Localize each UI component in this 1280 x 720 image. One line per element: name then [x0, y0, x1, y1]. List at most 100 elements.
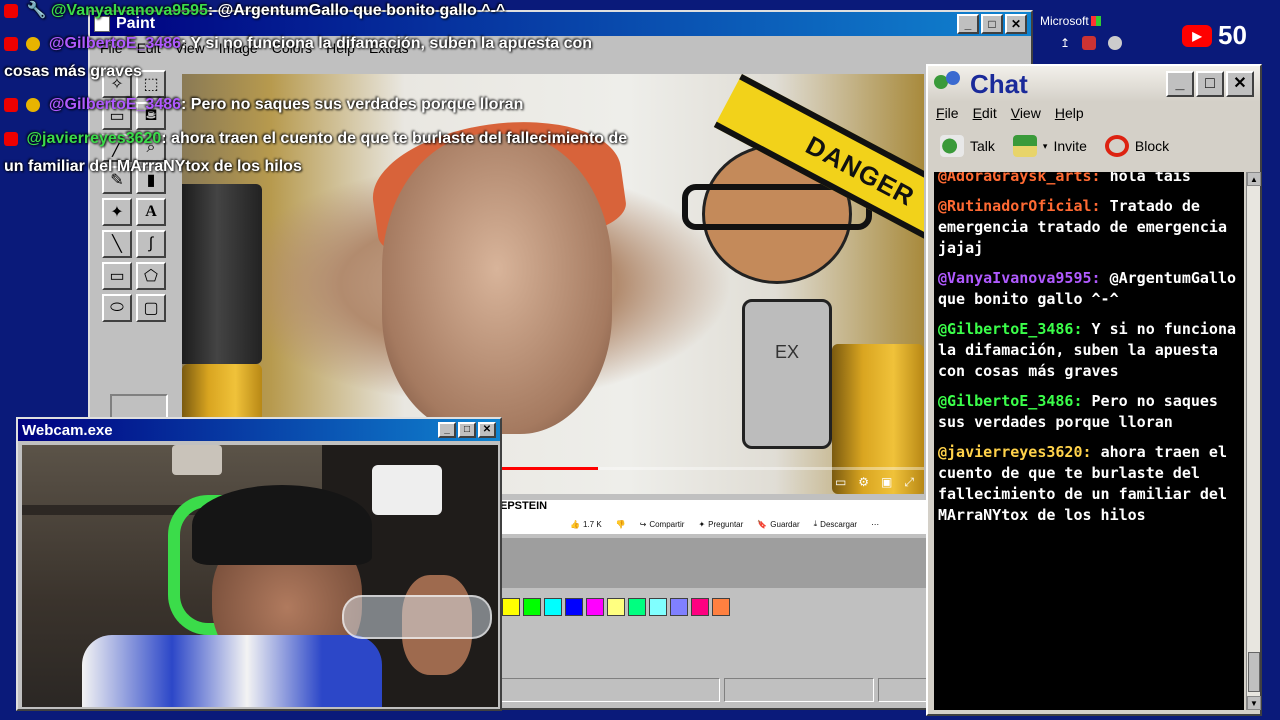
line-icon[interactable]: ╲: [102, 230, 132, 258]
webcam-title: Webcam.exe: [22, 421, 113, 439]
close-button[interactable]: ✕: [478, 422, 496, 438]
chevron-down-icon: ▾: [1042, 140, 1048, 151]
save-button[interactable]: 🔖 Guardar: [757, 519, 799, 529]
download-button[interactable]: ⤓ Descargar: [814, 519, 857, 529]
maximize-button[interactable]: □: [981, 14, 1003, 34]
chat-scrollbar[interactable]: ▲ ▼: [1246, 172, 1261, 710]
polygon-icon[interactable]: ⬠: [136, 262, 166, 290]
chat-message: @GilbertoE_3486: Pero no saques sus verd…: [938, 391, 1238, 433]
palette-swatch[interactable]: [544, 598, 562, 616]
fullscreen-icon[interactable]: ⤢: [904, 475, 914, 490]
minimize-button[interactable]: _: [957, 14, 979, 34]
share-label: Compartir: [649, 519, 685, 529]
overlay-msg-1: 🔧 @VanyaIvanova9595: @ArgentumGallo que …: [4, 0, 505, 22]
chat-title: Chat: [970, 68, 1028, 99]
invite-icon: [1012, 135, 1037, 157]
chat-message: @AdoraGraysk_arts: hola tais: [938, 172, 1238, 187]
rectangle-icon[interactable]: ▭: [102, 262, 132, 290]
thumb-down-icon: 👎: [615, 519, 626, 529]
youtube-actions: 👍 1.7 K 👎 ↪ Compartir ✦ Preguntar 🔖 Guardar …: [570, 519, 879, 529]
scroll-up-icon[interactable]: ▲: [1247, 172, 1261, 186]
chat-username: @GilbertoE_3486:: [938, 392, 1083, 410]
ask-button[interactable]: ✦ Preguntar: [698, 519, 743, 529]
chat-menu-view[interactable]: View: [1011, 105, 1041, 121]
chat-menubar: File Edit View Help: [928, 102, 1260, 124]
chat-message: @javierreyes3620: ahora traen el cuento …: [938, 442, 1238, 526]
streamer-cap: [192, 485, 372, 565]
play-button-plaque: [172, 445, 222, 475]
minimize-button[interactable]: _: [1166, 71, 1194, 97]
overlay-msg-2-cont: cosas más graves: [4, 63, 142, 80]
chat-menu-help[interactable]: Help: [1055, 105, 1084, 121]
palette-swatch[interactable]: [502, 598, 520, 616]
video-person: [382, 134, 612, 434]
overlay-text: : Pero no saques sus verdades porque llo…: [181, 96, 524, 113]
youtube-badge-icon: [4, 131, 18, 146]
webcam-titlebar[interactable]: Webcam.exe _ □ ✕: [18, 419, 500, 441]
video-barrel-right: [832, 344, 924, 494]
block-button[interactable]: Block: [1104, 135, 1170, 157]
youtube-badge-icon: [4, 36, 18, 51]
close-button[interactable]: ✕: [1005, 14, 1027, 34]
water-bottle: [342, 595, 492, 639]
notification-icon[interactable]: [1082, 36, 1097, 50]
text-tool-icon[interactable]: A: [136, 198, 166, 226]
overlay-user: @javierreyes3620: [26, 130, 162, 147]
scroll-thumb[interactable]: [1248, 652, 1260, 692]
palette-swatch[interactable]: [586, 598, 604, 616]
talk-label: Talk: [970, 138, 995, 154]
overlay-user: @VanyaIvanova9595: [50, 2, 208, 19]
ellipse-icon[interactable]: ⬭: [102, 294, 132, 322]
chat-username: @RutinadorOficial:: [938, 197, 1101, 215]
curve-icon[interactable]: ∫: [136, 230, 166, 258]
maximize-button[interactable]: □: [1196, 71, 1224, 97]
chat-menu-edit[interactable]: Edit: [973, 105, 997, 121]
upload-icon[interactable]: ↥: [1060, 36, 1070, 50]
viewer-count: 50: [1218, 20, 1247, 50]
settings-gear-icon[interactable]: ⚙: [858, 475, 869, 490]
windows-flag-icon: [1090, 16, 1101, 26]
palette-swatch[interactable]: [691, 598, 709, 616]
overlay-user: @GilbertoE_3486: [48, 96, 182, 113]
rounded-rect-icon[interactable]: ▢: [136, 294, 166, 322]
miniplayer-icon[interactable]: ▣: [881, 475, 892, 490]
chat-window: Chat _ □ ✕ File Edit View Help Talk ▾ In…: [926, 64, 1262, 716]
palette-swatch[interactable]: [607, 598, 625, 616]
paint-canvas-area[interactable]: [500, 538, 930, 588]
ask-label: Preguntar: [708, 519, 744, 529]
palette-swatch[interactable]: [670, 598, 688, 616]
palette-swatch[interactable]: [523, 598, 541, 616]
palette-swatch[interactable]: [649, 598, 667, 616]
avatar[interactable]: [1108, 36, 1123, 50]
talk-button[interactable]: Talk: [940, 135, 995, 157]
invite-label: Invite: [1053, 138, 1087, 154]
share-button[interactable]: ↪ Compartir: [640, 519, 685, 529]
palette-swatch[interactable]: [565, 598, 583, 616]
captions-icon[interactable]: ▭: [835, 475, 846, 490]
thumb-up-icon: 👍: [570, 519, 580, 529]
video-barrel-left: [182, 184, 262, 364]
video-title: EPSTEIN: [500, 500, 580, 516]
chat-username: @AdoraGraysk_arts:: [938, 172, 1101, 185]
chat-menu-file[interactable]: File: [936, 105, 959, 121]
invite-button[interactable]: ▾ Invite: [1012, 135, 1087, 157]
streamer-shirt: [82, 635, 382, 707]
webcam-window: Webcam.exe _ □ ✕: [16, 417, 502, 711]
scroll-down-icon[interactable]: ▼: [1247, 696, 1261, 710]
talk-icon: [940, 135, 964, 157]
palette-swatch[interactable]: [628, 598, 646, 616]
like-button[interactable]: 👍 1.7 K: [570, 519, 602, 529]
microsoft-label: Microsoft: [1040, 14, 1089, 28]
minimize-button[interactable]: _: [438, 422, 456, 438]
dislike-button[interactable]: 👎: [616, 519, 626, 529]
chat-log[interactable]: @AdoraGraysk_arts: hola tais @RutinadorO…: [934, 172, 1244, 710]
youtube-badge-icon: [4, 3, 18, 18]
more-options-icon[interactable]: ⋯: [871, 519, 879, 529]
maximize-button[interactable]: □: [458, 422, 476, 438]
airbrush-icon[interactable]: ✦: [102, 198, 132, 226]
close-button[interactable]: ✕: [1226, 71, 1254, 97]
palette-swatch[interactable]: [712, 598, 730, 616]
block-label: Block: [1134, 138, 1170, 154]
overlay-text: : @ArgentumGallo que bonito gallo ^-^: [207, 2, 506, 19]
chat-titlebar[interactable]: Chat _ □ ✕: [928, 66, 1260, 102]
